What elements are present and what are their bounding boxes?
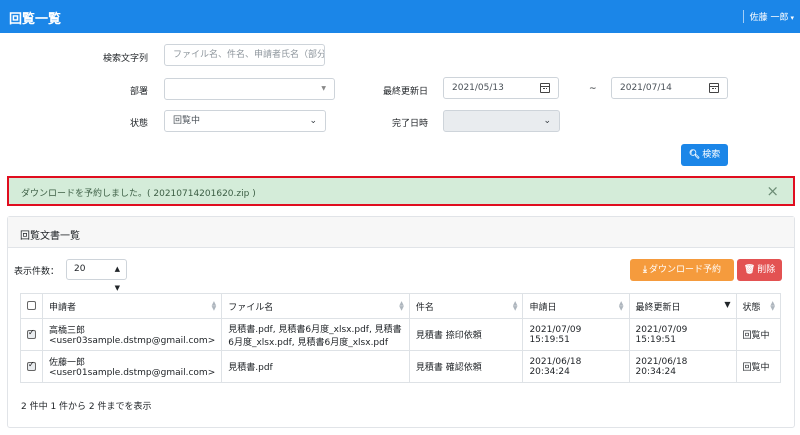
column-header-updated[interactable]: 最終更新日 ▼ — [628, 293, 737, 319]
caret-down-icon: ▼ — [321, 85, 326, 92]
column-header-applicant[interactable]: 申請者 ▲ ▼ — [41, 293, 223, 319]
download-reserve-button[interactable]: ⤓ ダウンロード予約 — [630, 259, 734, 281]
file-name: 見積書.pdf, 見積書6月度_xlsx.pdf, 見積書6月度_xlsx.pd… — [221, 318, 410, 351]
column-header-applied[interactable]: 申請日 ▲ ▼ — [522, 293, 630, 319]
download-icon: ⤓ — [643, 265, 647, 275]
table-header-row: 申請者 ▲ ▼ ファイル名 ▲ ▼ 件名 ▲ ▼ 申請日 ▲ ▼ 最終更新日 ▼ 状態 ▲ ▼ — [20, 293, 782, 319]
column-header-subject[interactable]: 件名 ▲ ▼ — [408, 293, 524, 319]
completed-select[interactable]: ⌄ — [443, 110, 560, 132]
date-to-value: 2021/07/14 — [620, 83, 672, 93]
completed-label: 完了日時 — [391, 119, 428, 129]
calendar-icon[interactable] — [709, 83, 719, 93]
per-page-label: 表示件数： — [14, 267, 60, 277]
status-label: 状態 — [129, 119, 148, 129]
user-name: 佐藤 一郎 — [749, 13, 789, 23]
download-button-label: ダウンロード予約 — [648, 265, 721, 275]
success-alert: ダウンロードを予約しました。( 20210714201620.zip ) × — [7, 176, 795, 206]
row-checkbox[interactable] — [27, 360, 36, 371]
pagination-info: 2 件中 1 件から 2 件までを表示 — [21, 402, 152, 412]
search-button-label: 検索 — [702, 150, 721, 160]
column-header-filename[interactable]: ファイル名 ▲ ▼ — [221, 293, 410, 319]
date-to-input[interactable]: 2021/07/14 — [611, 77, 728, 99]
search-icon: 🔍︎ — [688, 150, 701, 160]
user-menu[interactable]: 佐藤 一郎 ▾ — [742, 10, 794, 23]
close-icon[interactable]: × — [766, 182, 779, 200]
keyword-label: 検索文字列 — [102, 54, 148, 64]
sort-icon: ▲ ▼ — [618, 300, 624, 312]
row-checkbox[interactable] — [27, 328, 36, 339]
date-range-separator: ~ — [589, 84, 597, 94]
sort-icon: ▲ ▼ — [512, 300, 518, 312]
table-row[interactable]: 高橋三郎<user03sample.dstmp@gmail.com> 見積書.p… — [20, 318, 782, 351]
sort-icon: ▲ ▼ — [399, 300, 404, 312]
applied-date: 2021/06/18 20:34:24 — [522, 350, 630, 383]
applicant-email: <user01sample.dstmp@gmail.com> — [49, 368, 216, 378]
updated-date: 2021/06/18 20:34:24 — [628, 350, 737, 383]
sort-desc-icon: ▼ — [724, 300, 731, 309]
dept-select[interactable]: ▼ — [164, 78, 335, 100]
chevron-down-icon: ⌄ — [309, 116, 317, 126]
status: 回覧中 — [735, 318, 782, 351]
top-navbar: 回覧一覧 佐藤 一郎 ▾ — [0, 0, 800, 33]
calendar-icon[interactable] — [540, 83, 550, 93]
select-all-header[interactable] — [20, 293, 43, 319]
status-select[interactable]: 回覧中 ⌄ — [164, 110, 326, 132]
select-all-checkbox[interactable] — [27, 301, 36, 310]
delete-button-label: 削除 — [757, 265, 776, 275]
per-page-select[interactable]: 20 ▲ ▼ — [66, 259, 127, 292]
chevron-down-icon: ▾ — [790, 14, 794, 22]
applicant-name: 佐藤一郎 — [49, 358, 86, 368]
date-from-input[interactable]: 2021/05/13 — [443, 77, 559, 99]
applicant-name: 高橋三郎 — [49, 326, 86, 336]
per-page-value: 20 — [74, 264, 86, 274]
applied-date: 2021/07/09 15:19:51 — [522, 318, 630, 351]
chevron-down-icon: ⌄ — [543, 116, 551, 126]
delete-button[interactable]: 🗑︎ 削除 — [737, 259, 782, 281]
card-title: 回覧文書一覧 — [20, 231, 80, 242]
subject: 見積書 確認依頼 — [408, 350, 524, 383]
page-title: 回覧一覧 — [9, 12, 62, 27]
document-table: 申請者▲▼ ファイル名▲▼ 件名▲▼ 申請日▲▼ 最終更新日▼ 状態▲▼ 高橋三… — [20, 293, 782, 383]
status: 回覧中 — [735, 350, 782, 383]
file-name: 見積書.pdf — [221, 350, 410, 383]
dept-label: 部署 — [129, 87, 148, 97]
updated-date: 2021/07/09 15:19:51 — [628, 318, 737, 351]
trash-icon: 🗑︎ — [743, 265, 756, 275]
search-button[interactable]: 🔍︎ 検索 — [681, 144, 728, 166]
applicant-email: <user03sample.dstmp@gmail.com> — [49, 336, 216, 346]
sort-icon: ▲ ▼ — [770, 300, 775, 312]
date-from-value: 2021/05/13 — [452, 83, 504, 93]
table-row[interactable]: 佐藤一郎<user01sample.dstmp@gmail.com> 見積書.p… — [20, 350, 782, 383]
last-updated-label: 最終更新日 — [382, 87, 428, 97]
keyword-input[interactable]: ファイル名、件名、申請者氏名（部分 — [164, 44, 325, 66]
card-header: 回覧文書一覧 — [8, 217, 794, 248]
sort-icon: ▲ ▼ — [211, 300, 217, 312]
subject: 見積書 捺印依頼 — [408, 318, 524, 351]
alert-message: ダウンロードを予約しました。( 20210714201620.zip ) — [21, 189, 256, 199]
column-header-status[interactable]: 状態 ▲ ▼ — [735, 293, 782, 319]
status-value: 回覧中 — [173, 116, 201, 126]
